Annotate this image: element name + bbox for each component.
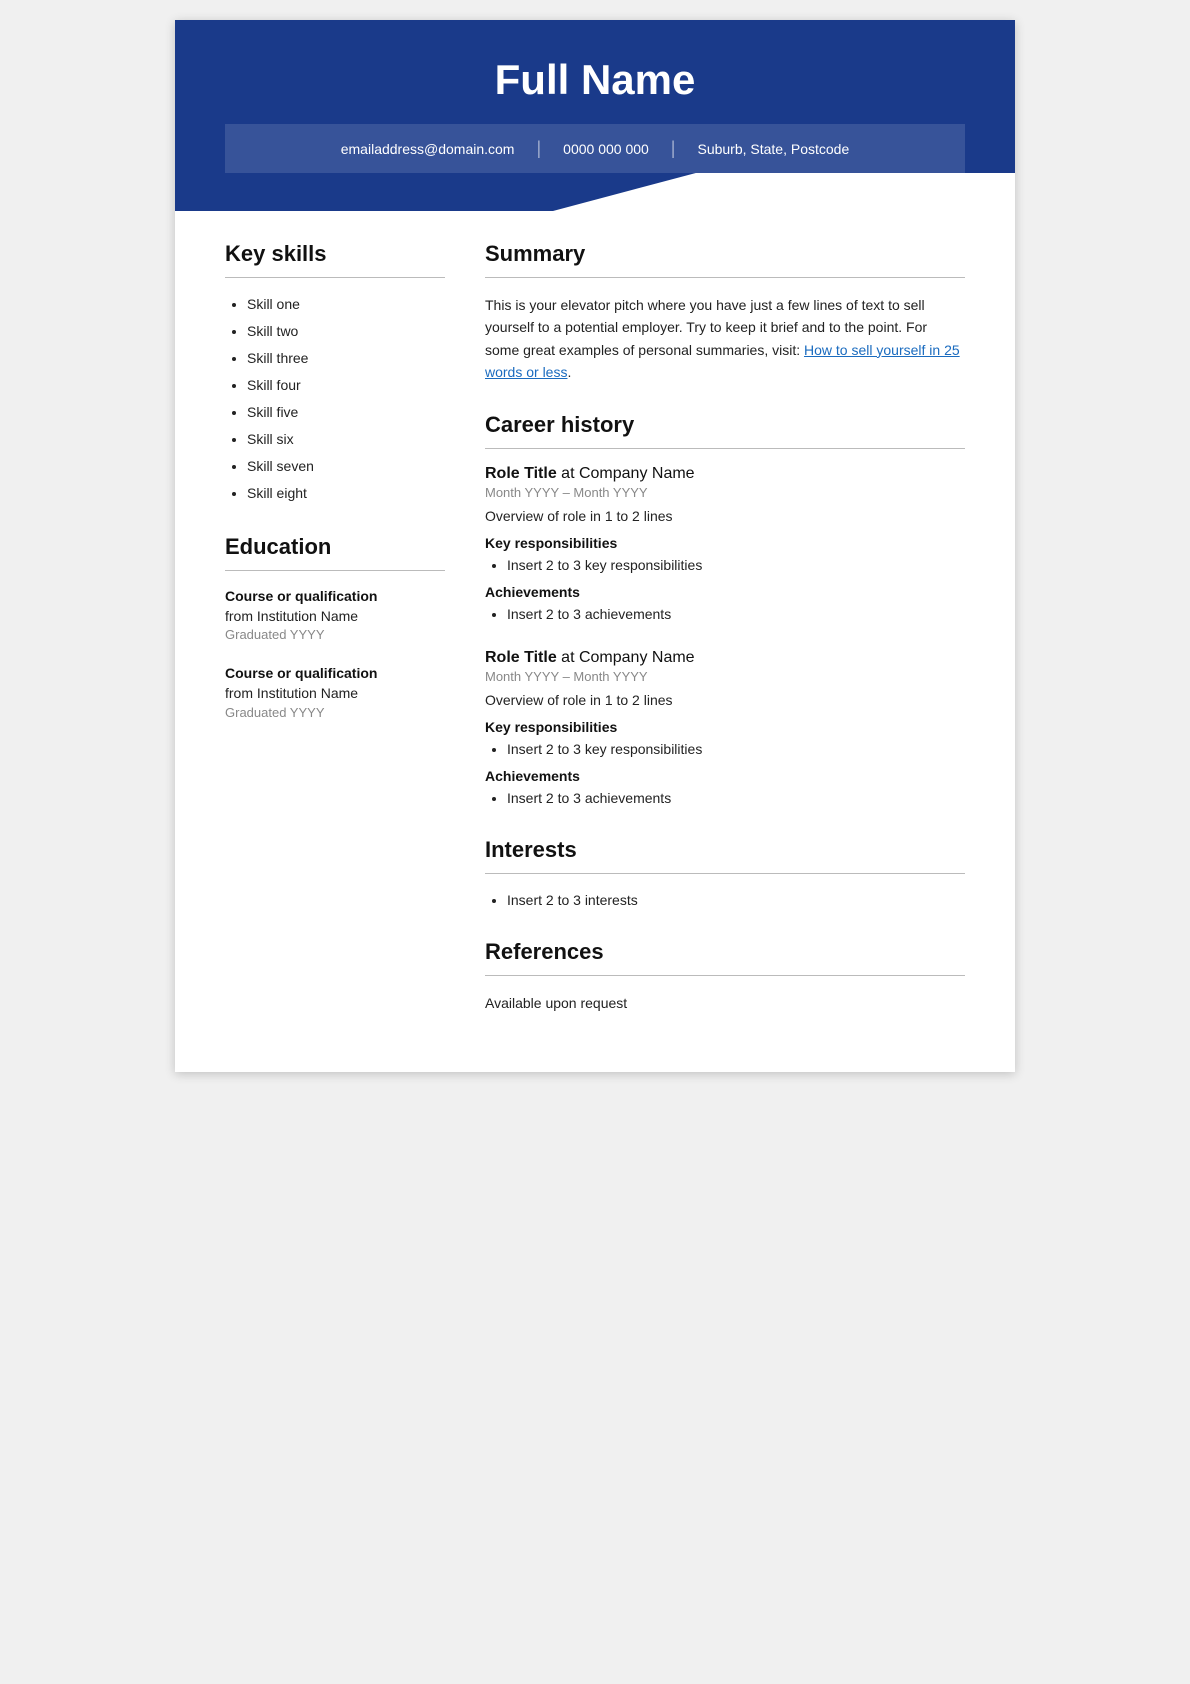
resume-document: Full Name emailaddress@domain.com | 0000… — [175, 20, 1015, 1072]
edu-institution-2: from Institution Name — [225, 684, 445, 704]
interests-divider — [485, 873, 965, 874]
career-achievements-list-2: Insert 2 to 3 achievements — [485, 788, 965, 809]
career-section: Career history Role Title at Company Nam… — [485, 412, 965, 809]
career-entry-1: Role Title at Company Name Month YYYY – … — [485, 465, 965, 625]
right-column: Summary This is your elevator pitch wher… — [485, 241, 965, 1042]
interests-list: Insert 2 to 3 interests — [485, 890, 965, 911]
header-section: Full Name emailaddress@domain.com | 0000… — [175, 20, 1015, 173]
career-company-2: Company Name — [579, 649, 695, 666]
list-item: Skill four — [247, 375, 445, 396]
career-achievements-heading-2: Achievements — [485, 768, 965, 784]
education-section: Education Course or qualification from I… — [225, 534, 445, 722]
edu-entry-1: Course or qualification from Institution… — [225, 587, 445, 644]
list-item: Insert 2 to 3 achievements — [507, 788, 965, 809]
career-at-1: at — [561, 465, 579, 482]
career-achievements-heading-1: Achievements — [485, 584, 965, 600]
references-heading: References — [485, 939, 965, 965]
list-item: Skill one — [247, 294, 445, 315]
interests-heading: Interests — [485, 837, 965, 863]
edu-year-1: Graduated YYYY — [225, 626, 445, 644]
edu-entry-2: Course or qualification from Institution… — [225, 664, 445, 721]
list-item: Skill seven — [247, 456, 445, 477]
career-responsibilities-heading-1: Key responsibilities — [485, 535, 965, 551]
left-column: Key skills Skill one Skill two Skill thr… — [225, 241, 445, 1042]
list-item: Insert 2 to 3 key responsibilities — [507, 555, 965, 576]
career-responsibilities-list-2: Insert 2 to 3 key responsibilities — [485, 739, 965, 760]
career-dates-1: Month YYYY – Month YYYY — [485, 485, 965, 500]
edu-course-2: Course or qualification — [225, 664, 445, 684]
interests-section: Interests Insert 2 to 3 interests — [485, 837, 965, 911]
location: Suburb, State, Postcode — [675, 141, 871, 157]
summary-divider — [485, 277, 965, 278]
career-responsibilities-list-1: Insert 2 to 3 key responsibilities — [485, 555, 965, 576]
list-item: Skill eight — [247, 483, 445, 504]
education-heading: Education — [225, 534, 445, 560]
summary-section: Summary This is your elevator pitch wher… — [485, 241, 965, 384]
career-entry-2: Role Title at Company Name Month YYYY – … — [485, 649, 965, 809]
skills-divider — [225, 277, 445, 278]
skills-heading: Key skills — [225, 241, 445, 267]
education-divider — [225, 570, 445, 571]
career-overview-1: Overview of role in 1 to 2 lines — [485, 506, 965, 527]
skills-section: Key skills Skill one Skill two Skill thr… — [225, 241, 445, 504]
list-item: Skill five — [247, 402, 445, 423]
full-name: Full Name — [225, 56, 965, 124]
career-role-title-1: Role Title — [485, 465, 557, 482]
career-heading: Career history — [485, 412, 965, 438]
list-item: Skill three — [247, 348, 445, 369]
references-section: References Available upon request — [485, 939, 965, 1014]
list-item: Insert 2 to 3 key responsibilities — [507, 739, 965, 760]
list-item: Skill two — [247, 321, 445, 342]
header-diagonal — [175, 173, 1015, 211]
body-section: Key skills Skill one Skill two Skill thr… — [175, 211, 1015, 1072]
list-item: Insert 2 to 3 interests — [507, 890, 965, 911]
career-responsibilities-heading-2: Key responsibilities — [485, 719, 965, 735]
references-text: Available upon request — [485, 992, 965, 1014]
contact-bar: emailaddress@domain.com | 0000 000 000 |… — [225, 124, 965, 173]
edu-institution-1: from Institution Name — [225, 607, 445, 627]
career-role-line-1: Role Title at Company Name — [485, 465, 965, 483]
summary-text: This is your elevator pitch where you ha… — [485, 294, 965, 384]
list-item: Skill six — [247, 429, 445, 450]
phone: 0000 000 000 — [541, 141, 671, 157]
career-dates-2: Month YYYY – Month YYYY — [485, 669, 965, 684]
career-company-1: Company Name — [579, 465, 695, 482]
career-role-title-2: Role Title — [485, 649, 557, 666]
summary-heading: Summary — [485, 241, 965, 267]
career-role-line-2: Role Title at Company Name — [485, 649, 965, 667]
references-divider — [485, 975, 965, 976]
summary-suffix: . — [567, 364, 571, 380]
edu-course-1: Course or qualification — [225, 587, 445, 607]
career-overview-2: Overview of role in 1 to 2 lines — [485, 690, 965, 711]
career-at-2: at — [561, 649, 579, 666]
list-item: Insert 2 to 3 achievements — [507, 604, 965, 625]
career-achievements-list-1: Insert 2 to 3 achievements — [485, 604, 965, 625]
skills-list: Skill one Skill two Skill three Skill fo… — [225, 294, 445, 504]
email: emailaddress@domain.com — [319, 141, 537, 157]
edu-year-2: Graduated YYYY — [225, 704, 445, 722]
career-divider — [485, 448, 965, 449]
